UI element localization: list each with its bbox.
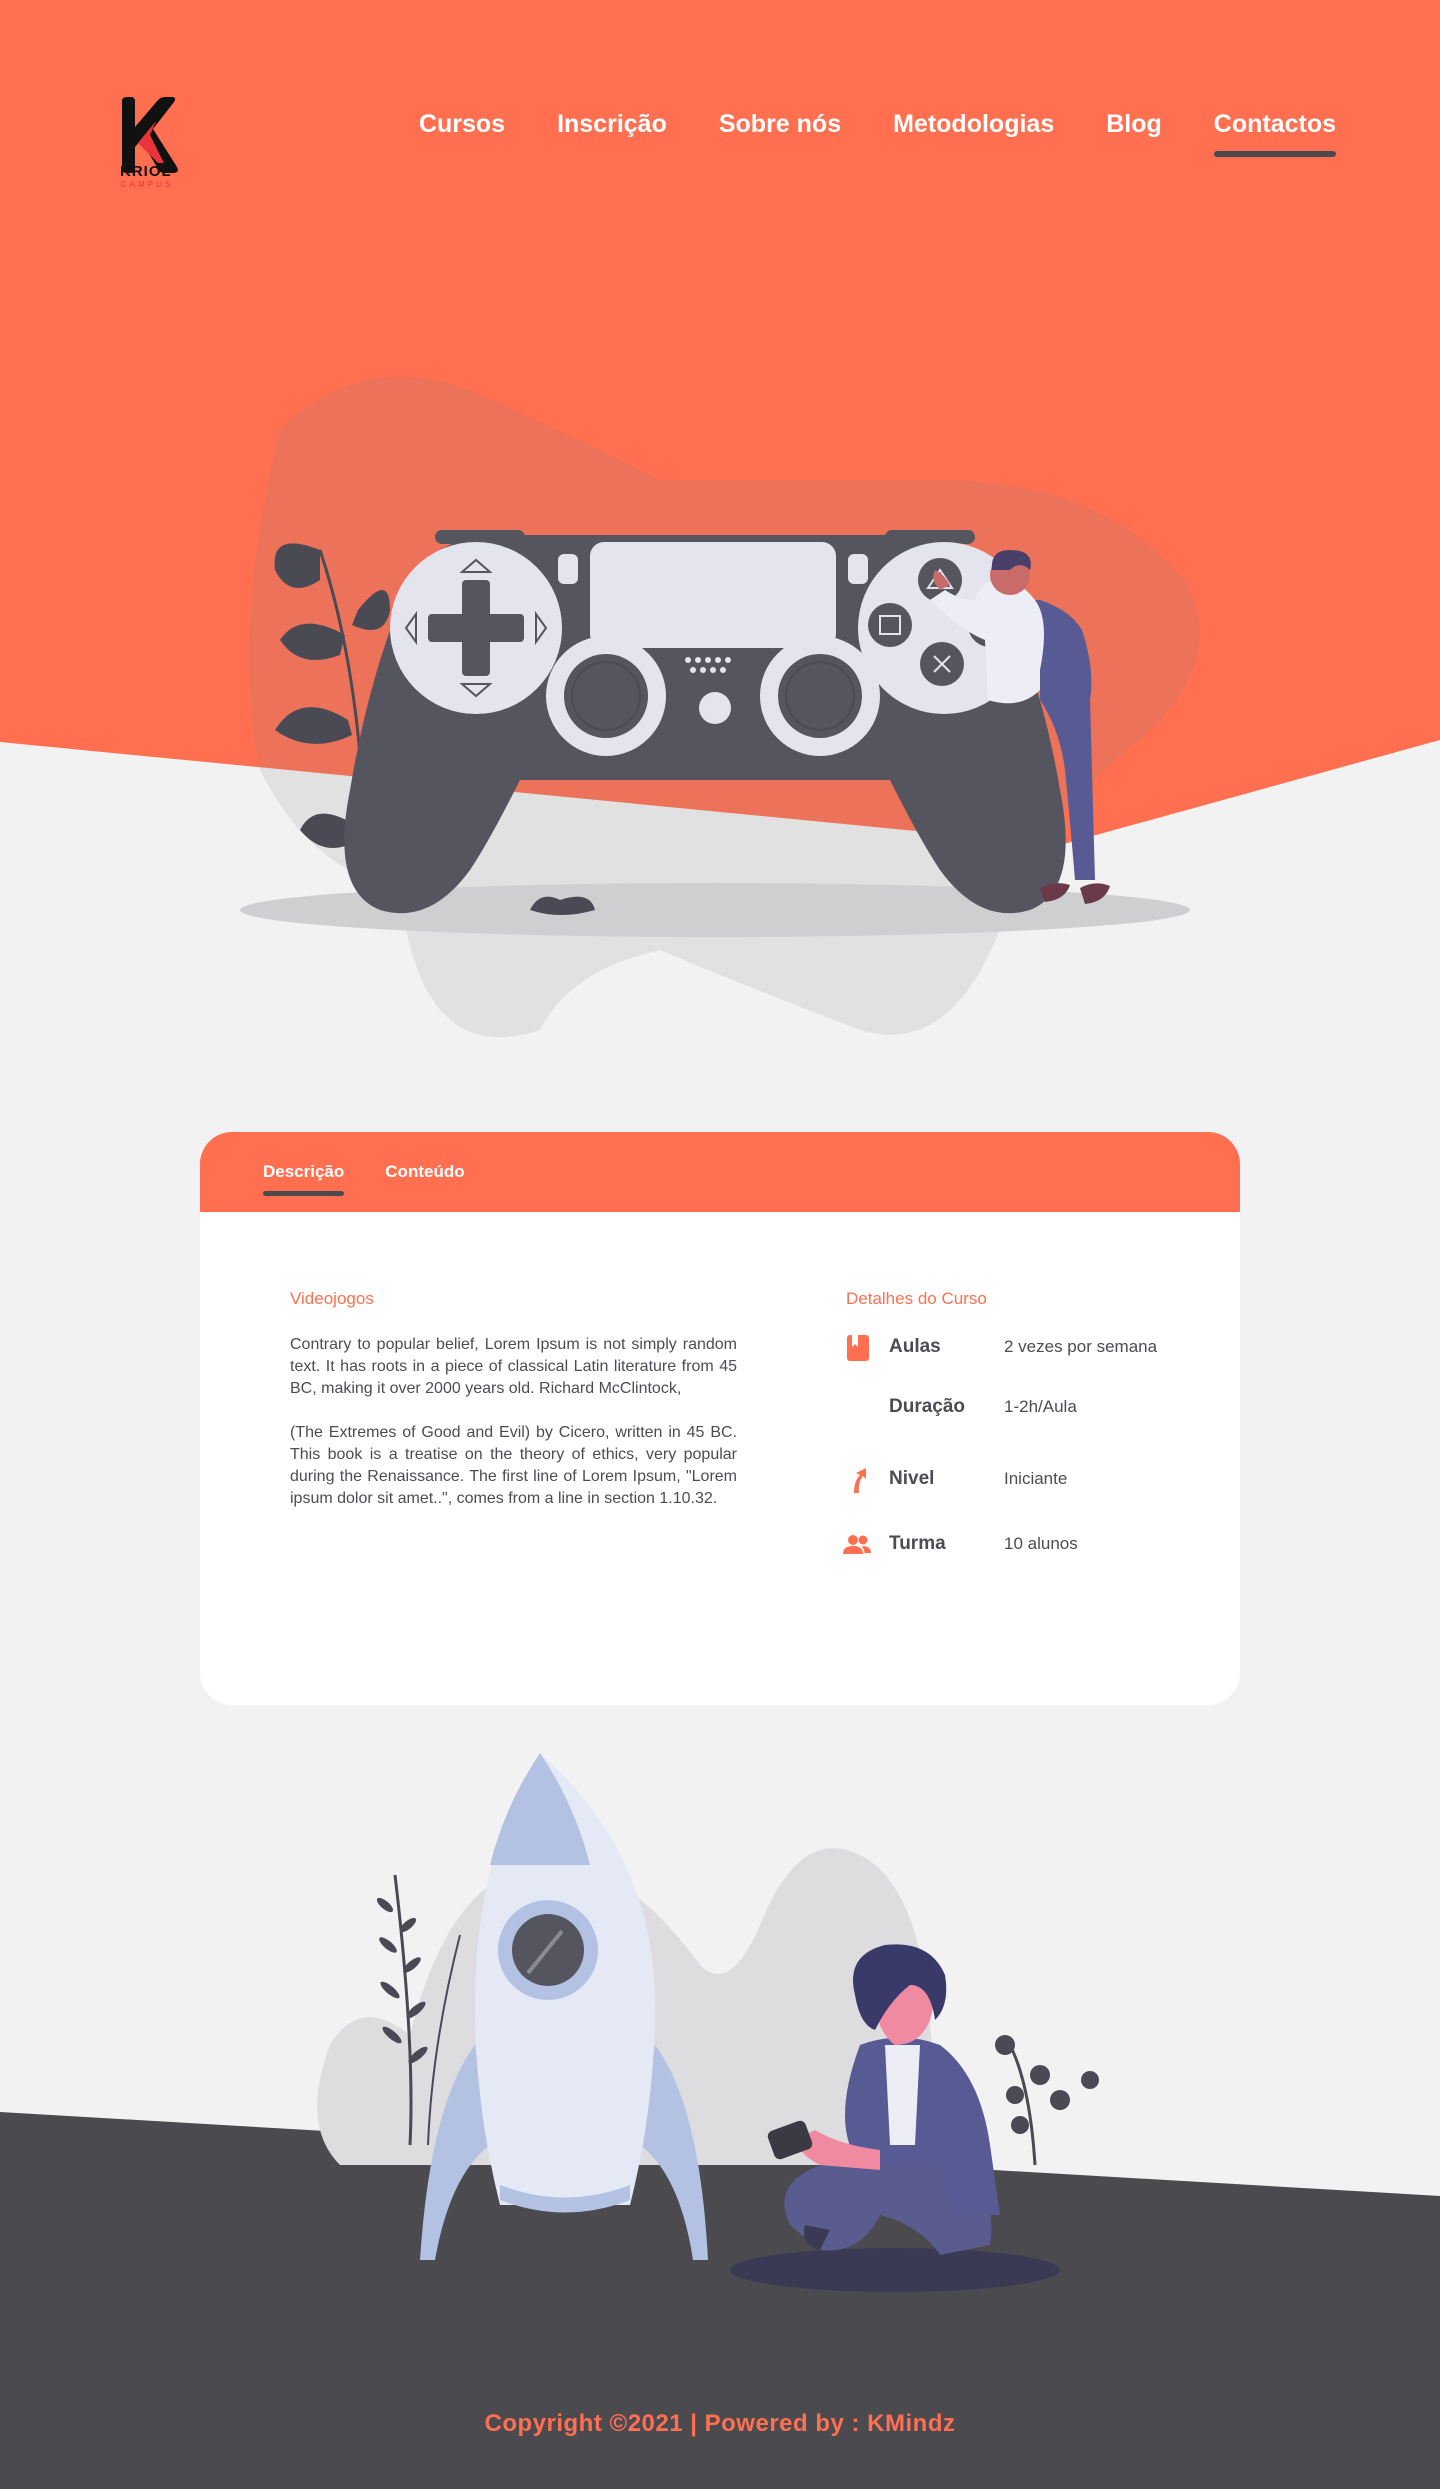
course-title: Videojogos (290, 1289, 374, 1308)
detail-value: Iniciante (1004, 1469, 1068, 1488)
footer-copyright: Copyright ©2021 | Powered by : KMindz (484, 2410, 956, 2437)
main-nav: Cursos Inscrição Sobre nós Metodologias … (367, 110, 1337, 157)
logo-subtitle: CAMPUS (121, 180, 174, 189)
rocket-illustration (317, 1753, 1099, 2292)
description-paragraph: (The Extremes of Good and Evil) by Cicer… (290, 1424, 737, 1507)
card-tab-bar: Descrição Conteúdo (200, 1132, 1240, 1212)
nav-item-metodologias[interactable]: Metodologias (893, 110, 1054, 157)
tab-conteudo[interactable]: Conteúdo (385, 1162, 464, 1196)
detail-label: Aulas (889, 1336, 941, 1357)
nav-item-sobre-nos[interactable]: Sobre nós (719, 110, 841, 157)
detail-value: 2 vezes por semana (1004, 1337, 1158, 1356)
course-card: Descrição Conteúdo Videojogos Contrary t… (200, 1132, 1240, 1705)
nav-item-contactos[interactable]: Contactos (1213, 110, 1337, 157)
people-icon (843, 1535, 871, 1554)
level-arrow-icon (854, 1468, 866, 1493)
detail-value: 1-2h/Aula (1004, 1397, 1077, 1416)
detail-label: Nivel (889, 1468, 935, 1489)
nav-item-blog[interactable]: Blog (1106, 110, 1162, 157)
description-paragraph: Contrary to popular belief, Lorem Ipsum … (290, 1336, 737, 1397)
logo-wordmark: KRIOL (120, 163, 172, 180)
nav-item-inscricao[interactable]: Inscrição (557, 110, 667, 157)
course-description: Videojogos Contrary to popular belief, L… (290, 1289, 737, 1532)
book-icon (847, 1335, 869, 1361)
detail-label: Duração (889, 1396, 966, 1417)
detail-label: Turma (889, 1533, 946, 1554)
detail-row-turma: Turma 10 alunos (843, 1530, 1216, 1560)
tab-descricao[interactable]: Descrição (263, 1162, 345, 1196)
detail-row-nivel: Nivel Iniciante (846, 1465, 1216, 1495)
nav-item-cursos[interactable]: Cursos (419, 110, 505, 157)
details-title: Detalhes do Curso (846, 1289, 987, 1308)
hero-gamepad-illustration (240, 376, 1200, 1038)
detail-row-aulas: Aulas 2 vezes por semana (846, 1333, 1216, 1363)
course-details: Detalhes do Curso Aulas 2 vezes por sema… (843, 1289, 1216, 1554)
detail-row-duracao: Duração 1-2h/Aula (846, 1393, 1216, 1423)
detail-value: 10 alunos (1004, 1534, 1078, 1553)
